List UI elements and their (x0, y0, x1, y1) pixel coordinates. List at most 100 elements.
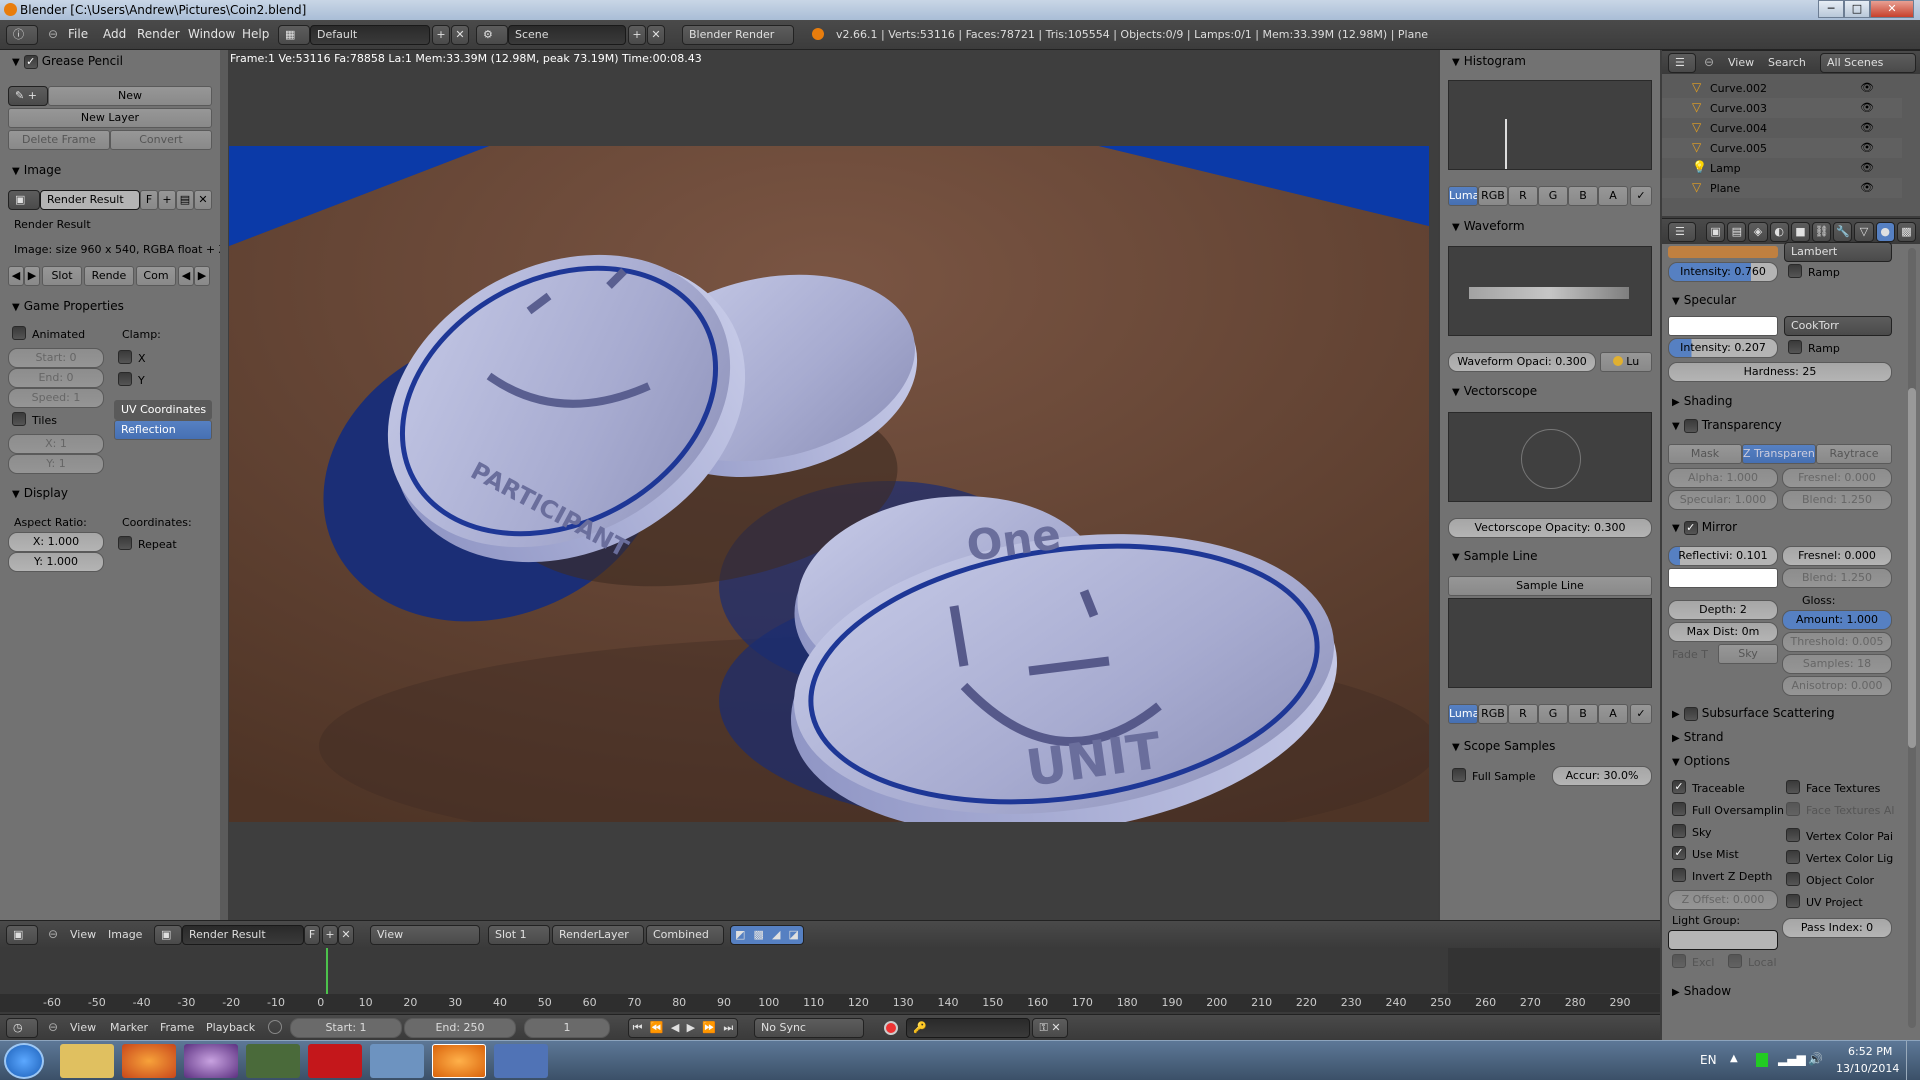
sync-mode-select[interactable]: No Sync (754, 1018, 864, 1038)
full-sample-checkbox[interactable] (1452, 768, 1466, 782)
fade-to-select[interactable]: Sky (1718, 644, 1778, 664)
histogram-channel-g[interactable]: G (1538, 186, 1568, 206)
transp-fresnel-field[interactable]: Fresnel: 0.000 (1782, 468, 1892, 488)
aspect-y-field[interactable]: Y: 1.000 (8, 552, 104, 572)
image-header[interactable]: ▼ Image (12, 163, 61, 177)
clamp-y-checkbox[interactable] (118, 372, 132, 386)
repeat-checkbox[interactable] (118, 536, 132, 550)
render-engine-select[interactable]: Blender Render (682, 25, 794, 45)
specular-color-swatch[interactable] (1668, 316, 1778, 336)
sample-channel-rgb[interactable]: RGB (1478, 704, 1508, 724)
network-taskbar-icon[interactable] (246, 1044, 300, 1078)
timeline-ruler[interactable]: -60 -50 -40 -30 -20 -10 0 10 20 30 40 50 60 70 80 90 100… (0, 994, 1660, 1012)
panel-divider[interactable] (220, 50, 228, 920)
pass-select[interactable]: Com (136, 266, 176, 286)
outliner-search-menu[interactable]: Search (1768, 56, 1806, 69)
transp-blend-field[interactable]: Blend: 1.250 (1782, 490, 1892, 510)
histogram-header[interactable]: ▼ Histogram (1452, 54, 1526, 68)
scene-field[interactable]: Scene (508, 25, 626, 45)
animated-checkbox[interactable] (12, 326, 26, 340)
game-properties-header[interactable]: ▼ Game Properties (12, 299, 124, 313)
delete-frame-button[interactable]: Delete Frame (8, 130, 110, 150)
layers-tab-icon[interactable]: ▤ (1727, 222, 1747, 242)
outliner-row[interactable]: ▽ Curve.002 👁 (1662, 78, 1902, 98)
mapping-uv-option[interactable]: UV Coordinates (114, 400, 212, 420)
scope-samples-header[interactable]: ▼ Scope Samples (1452, 739, 1555, 753)
outliner-view-menu[interactable]: View (1728, 56, 1754, 69)
convert-button[interactable]: Convert (110, 130, 212, 150)
play-icon[interactable]: ▶ (687, 1019, 695, 1037)
mirror-blend-field[interactable]: Blend: 1.250 (1782, 568, 1892, 588)
mapping-reflection-option[interactable]: Reflection (114, 420, 212, 440)
outliner-collapse-icon[interactable]: ⊖ (1704, 55, 1714, 69)
strand-header[interactable]: ▶ Strand (1672, 730, 1724, 744)
preview-range-icon[interactable] (268, 1020, 282, 1034)
tiles-y-field[interactable]: Y: 1 (8, 454, 104, 474)
add-screen-button[interactable]: + (432, 25, 450, 45)
z-offset-field[interactable]: Z Offset: 0.000 (1668, 890, 1778, 910)
subsurface-scattering-header[interactable]: ▶ Subsurface Scattering (1672, 706, 1835, 721)
histogram-channel-luma[interactable]: Luma (1448, 186, 1478, 206)
menu-render[interactable]: Render (137, 27, 180, 41)
battery-icon[interactable] (1756, 1053, 1768, 1067)
keyframe-insert-icons[interactable]: ⚿ ✕ (1032, 1018, 1068, 1038)
next-key-icon[interactable]: ⏩ (702, 1019, 716, 1037)
fake-user-button[interactable]: F (140, 190, 158, 210)
timeline-marker-menu[interactable]: Marker (110, 1021, 148, 1034)
gloss-threshold-field[interactable]: Threshold: 0.005 (1782, 632, 1892, 652)
language-indicator[interactable]: EN (1700, 1053, 1717, 1067)
diffuse-shader-select[interactable]: Lambert (1784, 242, 1892, 262)
next-pass-button[interactable]: ▶ (194, 266, 210, 286)
properties-scrollbar[interactable] (1908, 248, 1916, 1028)
invert-z-depth-checkbox[interactable] (1672, 868, 1686, 882)
image-name-field[interactable]: Render Result (182, 925, 304, 945)
start-frame-field[interactable]: Start: 1 (290, 1018, 402, 1038)
histogram-line-toggle[interactable]: ✓ (1630, 186, 1652, 206)
slot-select[interactable]: Slot 1 (488, 925, 550, 945)
image-browse-button[interactable]: ▣ (154, 925, 182, 945)
editor-type-info-icon[interactable]: ⓘ (6, 25, 38, 45)
exclusive-checkbox[interactable] (1672, 954, 1686, 968)
face-textures-alpha-checkbox[interactable] (1786, 802, 1800, 816)
histogram-channel-b[interactable]: B (1568, 186, 1598, 206)
sky-checkbox[interactable] (1672, 824, 1686, 838)
object-tab-icon[interactable]: ■ (1790, 222, 1811, 242)
texture-tab-icon[interactable]: ▩ (1896, 222, 1917, 242)
end-frame-field[interactable]: End: 250 (404, 1018, 516, 1038)
uv-project-checkbox[interactable] (1786, 894, 1800, 908)
tray-arrow-icon[interactable]: ▲ (1730, 1053, 1738, 1064)
waveform-mode-select[interactable]: Lu (1600, 352, 1652, 372)
outliner-display-mode[interactable]: All Scenes (1820, 53, 1916, 73)
vertex-color-paint-checkbox[interactable] (1786, 828, 1800, 842)
prev-slot-button[interactable]: ◀ (8, 266, 24, 286)
specular-shader-select[interactable]: CookTorr (1784, 316, 1892, 336)
image-browse-icon[interactable]: ▣ (8, 190, 40, 210)
grease-pencil-icon[interactable]: ✎ + (8, 86, 48, 106)
display-channels-icons[interactable]: ◩ ▩ ◢ ◪ (730, 925, 804, 945)
image-mode-select[interactable]: View (370, 925, 480, 945)
timeline-playback-menu[interactable]: Playback (206, 1021, 255, 1034)
end-field[interactable]: End: 0 (8, 368, 104, 388)
blender-taskbar-icon[interactable] (432, 1044, 486, 1078)
firefox-taskbar-icon[interactable] (122, 1044, 176, 1078)
diffuse-ramp-checkbox[interactable] (1788, 264, 1802, 278)
screen-layout-icon[interactable]: ▦ (278, 25, 310, 45)
menu-window[interactable]: Window (188, 27, 235, 41)
data-tab-icon[interactable]: ▽ (1854, 222, 1874, 242)
tiles-checkbox[interactable] (12, 412, 26, 426)
outliner-row[interactable]: ▽ Curve.004 👁 (1662, 118, 1902, 138)
histogram-channel-a[interactable]: A (1598, 186, 1628, 206)
transp-specular-field[interactable]: Specular: 1.000 (1668, 490, 1778, 510)
minimize-button[interactable]: ─ (1818, 0, 1844, 18)
render-pass-select[interactable]: Combined (646, 925, 724, 945)
play-reverse-icon[interactable]: ◀ (671, 1019, 679, 1037)
grease-pencil-header[interactable]: ▼ ✓ Grease Pencil (12, 54, 123, 69)
remove-screen-button[interactable]: ✕ (451, 25, 469, 45)
constraints-tab-icon[interactable]: ⛓ (1812, 222, 1832, 242)
speed-field[interactable]: Speed: 1 (8, 388, 104, 408)
sample-channel-b[interactable]: B (1568, 704, 1598, 724)
mirror-fresnel-field[interactable]: Fresnel: 0.000 (1782, 546, 1892, 566)
sample-line-toggle[interactable]: ✓ (1630, 704, 1652, 724)
accuracy-field[interactable]: Accur: 30.0% (1552, 766, 1652, 786)
outliner-row[interactable]: 💡 Lamp 👁 (1662, 158, 1902, 178)
